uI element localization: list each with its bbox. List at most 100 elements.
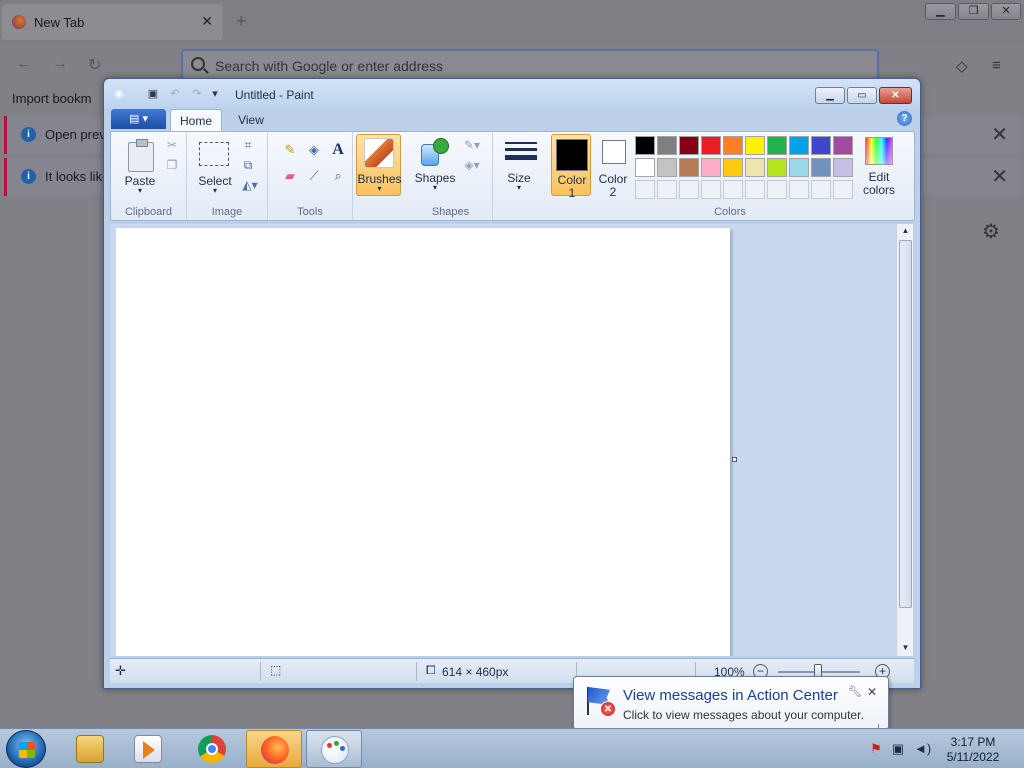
- palette-swatch[interactable]: [701, 158, 721, 177]
- reload-icon[interactable]: ↻: [88, 55, 101, 75]
- palette-swatch[interactable]: [833, 136, 853, 155]
- paint-menu-button[interactable]: ▤ ▾: [111, 109, 166, 129]
- paste-button[interactable]: Paste ▾: [115, 134, 165, 196]
- url-bar[interactable]: Search with Google or enter address: [181, 49, 879, 81]
- palette-swatch[interactable]: [745, 158, 765, 177]
- ff-restore-button[interactable]: ❐: [958, 3, 989, 20]
- eraser-icon[interactable]: ▰: [280, 166, 300, 186]
- cut-icon[interactable]: ✂: [165, 138, 179, 152]
- shapes-button[interactable]: Shapes ▾: [411, 134, 457, 196]
- resize-icon[interactable]: ⧉: [241, 158, 255, 172]
- save-icon[interactable]: ▣: [146, 87, 160, 101]
- palette-swatch[interactable]: [723, 158, 743, 177]
- palette-swatch[interactable]: [701, 136, 721, 155]
- menu-icon[interactable]: ≡: [992, 57, 1001, 74]
- palette-swatch[interactable]: [833, 158, 853, 177]
- brushes-button[interactable]: Brushes ▾: [356, 134, 402, 196]
- palette-empty-slot[interactable]: [657, 180, 677, 199]
- action-center-icon[interactable]: ⚑: [868, 741, 884, 757]
- scroll-up-icon[interactable]: ▲: [900, 226, 911, 235]
- start-button[interactable]: [6, 730, 46, 768]
- palette-empty-slot[interactable]: [767, 180, 787, 199]
- tab-view[interactable]: View: [228, 109, 274, 131]
- palette-swatch[interactable]: [679, 158, 699, 177]
- color2-button[interactable]: Color 2: [593, 134, 633, 199]
- palette-swatch[interactable]: [811, 158, 831, 177]
- palette-empty-slot[interactable]: [635, 180, 655, 199]
- taskbar-media-player[interactable]: [120, 730, 176, 768]
- taskbar-paint[interactable]: [306, 730, 362, 768]
- taskbar-firefox[interactable]: [246, 730, 302, 768]
- palette-empty-slot[interactable]: [811, 180, 831, 199]
- crop-icon[interactable]: ⌗: [241, 138, 255, 152]
- taskbar-explorer[interactable]: [62, 730, 118, 768]
- edit-colors-button[interactable]: Edit colors: [857, 134, 901, 197]
- palette-swatch[interactable]: [657, 158, 677, 177]
- settings-wrench-icon[interactable]: 🔧︎: [848, 685, 862, 698]
- palette-swatch[interactable]: [657, 136, 677, 155]
- palette-swatch[interactable]: [679, 136, 699, 155]
- close-icon[interactable]: ✕: [991, 164, 1008, 189]
- palette-empty-slot[interactable]: [679, 180, 699, 199]
- tab-new-tab[interactable]: New Tab ✕: [2, 4, 223, 40]
- rotate-icon[interactable]: ◭▾: [239, 178, 261, 192]
- redo-icon[interactable]: ↷: [190, 87, 204, 101]
- pocket-icon[interactable]: ◇: [956, 57, 968, 75]
- palette-empty-slot[interactable]: [701, 180, 721, 199]
- palette-swatch[interactable]: [811, 136, 831, 155]
- close-icon[interactable]: ✕: [991, 122, 1008, 147]
- tab-close-icon[interactable]: ✕: [201, 13, 213, 30]
- palette-swatch[interactable]: [767, 158, 787, 177]
- import-bookmarks-link[interactable]: Import bookm: [12, 91, 91, 106]
- undo-icon[interactable]: ↶: [168, 87, 182, 101]
- size-group: Size ▾: [493, 132, 545, 220]
- copy-icon[interactable]: ❐: [165, 158, 179, 172]
- palette-swatch[interactable]: [789, 136, 809, 155]
- ribbon-tabs: ▤ ▾ Home View ?: [110, 109, 916, 131]
- color-picker-icon[interactable]: ⟋: [304, 166, 324, 186]
- color1-button[interactable]: Color 1: [551, 134, 591, 200]
- pencil-icon[interactable]: ✎: [280, 140, 300, 160]
- palette-empty-slot[interactable]: [745, 180, 765, 199]
- palette-swatch[interactable]: [745, 136, 765, 155]
- palette-swatch[interactable]: [635, 136, 655, 155]
- network-icon[interactable]: ▣: [890, 741, 906, 757]
- ff-minimize-button[interactable]: ▁: [925, 3, 956, 20]
- palette-swatch[interactable]: [767, 136, 787, 155]
- magnifier-icon[interactable]: ⌕: [328, 166, 348, 186]
- palette-swatch[interactable]: [635, 158, 655, 177]
- fill-shape-icon[interactable]: ◈▾: [459, 158, 485, 172]
- select-button[interactable]: Select ▾: [189, 134, 237, 196]
- palette-empty-slot[interactable]: [833, 180, 853, 199]
- minimize-button[interactable]: ▁: [815, 87, 845, 104]
- palette-swatch[interactable]: [723, 136, 743, 155]
- palette-empty-slot[interactable]: [789, 180, 809, 199]
- new-tab-button[interactable]: +: [236, 12, 247, 30]
- ff-close-button[interactable]: ✕: [991, 3, 1021, 20]
- volume-icon[interactable]: ◄): [914, 741, 931, 757]
- vertical-scrollbar[interactable]: ▲ ▼: [896, 224, 913, 656]
- tab-home[interactable]: Home: [170, 109, 222, 131]
- gear-icon[interactable]: ⚙: [982, 219, 1000, 244]
- action-center-notification[interactable]: ✕ View messages in Action Center Click t…: [573, 676, 889, 730]
- help-icon[interactable]: ?: [897, 111, 912, 126]
- scrollbar-thumb[interactable]: [899, 240, 912, 608]
- palette-swatch[interactable]: [789, 158, 809, 177]
- customize-quick-access-icon[interactable]: ▾: [208, 87, 222, 101]
- resize-handle[interactable]: [732, 457, 737, 462]
- clock[interactable]: 3:17 PM 5/11/2022: [940, 735, 1006, 765]
- close-button[interactable]: ✕: [879, 87, 912, 104]
- back-icon[interactable]: ←: [16, 55, 32, 73]
- paint-title-bar[interactable]: ▣ ↶ ↷ ▾ Untitled - Paint ▁ ▭ ✕: [104, 79, 920, 109]
- scroll-down-icon[interactable]: ▼: [900, 643, 911, 652]
- maximize-button[interactable]: ▭: [847, 87, 877, 104]
- drawing-canvas[interactable]: [116, 228, 730, 656]
- outline-icon[interactable]: ✎▾: [459, 138, 485, 152]
- fill-icon[interactable]: ◈: [304, 140, 324, 160]
- taskbar-chrome[interactable]: [184, 730, 240, 768]
- palette-empty-slot[interactable]: [723, 180, 743, 199]
- text-icon[interactable]: A: [328, 140, 348, 160]
- size-button[interactable]: Size ▾: [493, 134, 545, 196]
- forward-icon[interactable]: →: [52, 55, 68, 73]
- close-icon[interactable]: ✕: [867, 685, 877, 699]
